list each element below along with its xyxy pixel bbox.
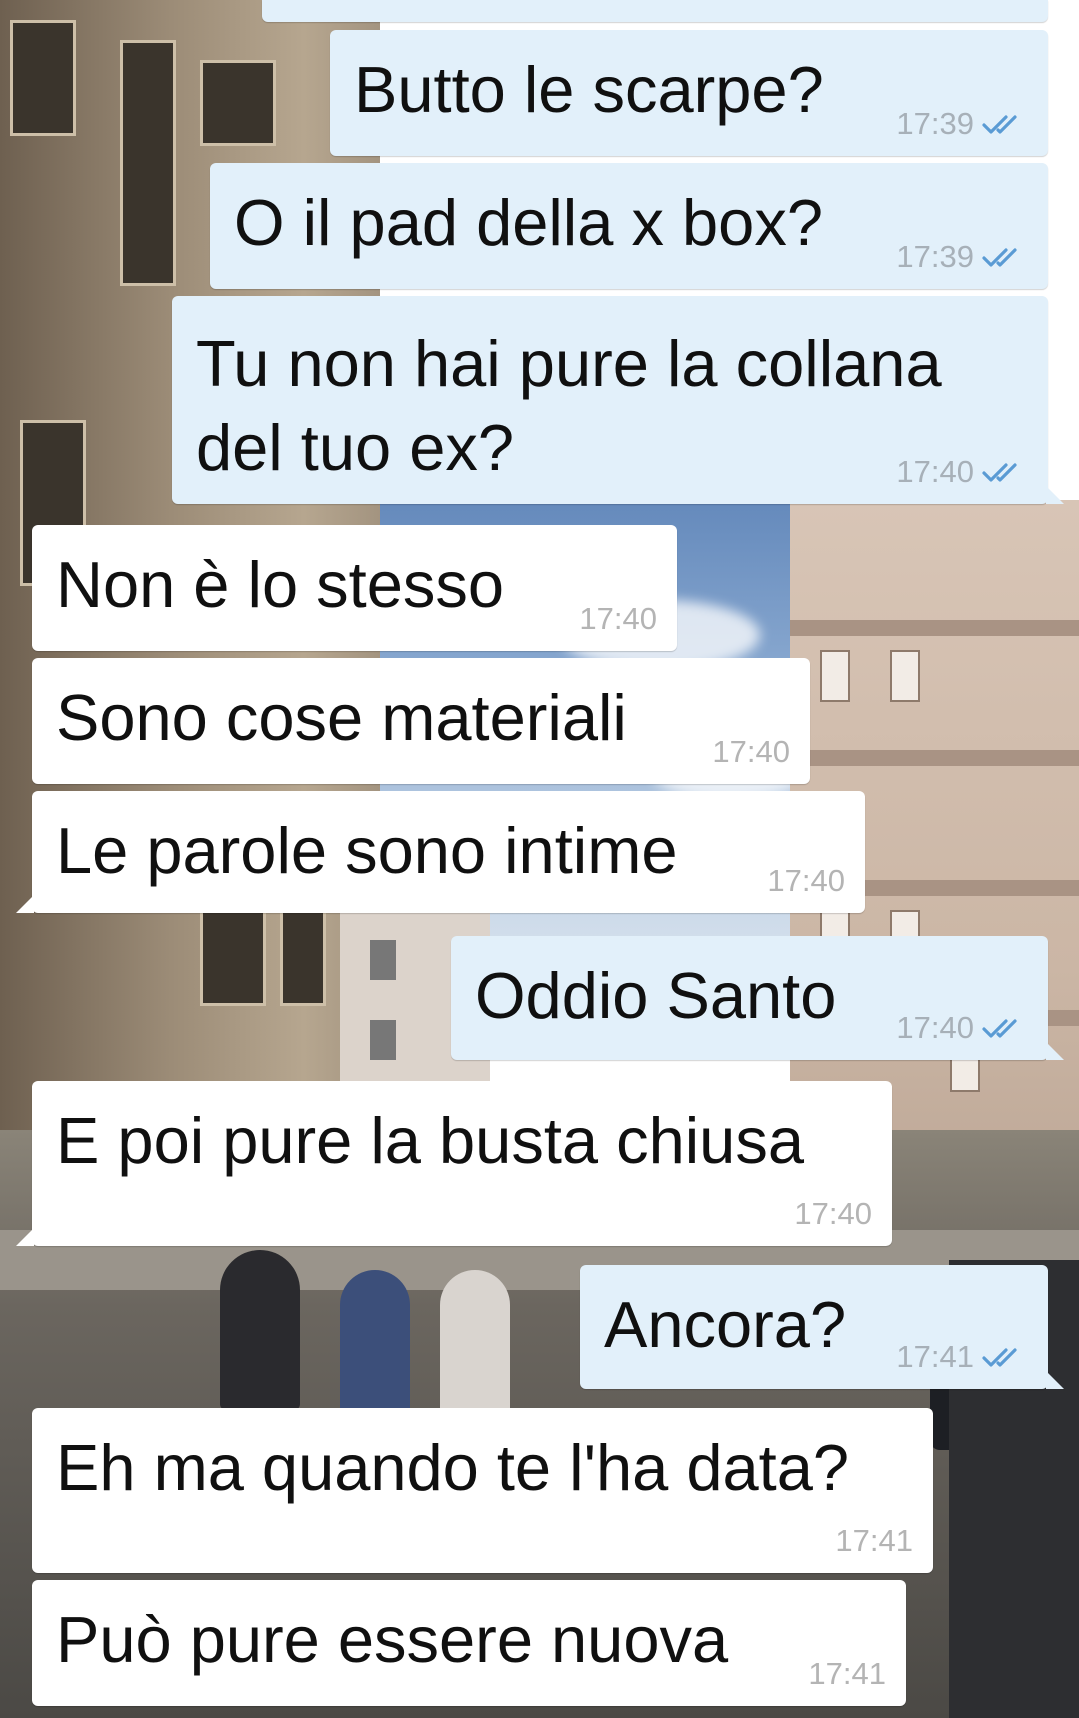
- message-time: 17:39: [896, 239, 974, 274]
- double-check-icon: [982, 248, 1017, 267]
- message-meta: 17:41: [896, 1339, 1028, 1375]
- message-time: 17:41: [808, 1656, 886, 1691]
- message-bubble-outgoing[interactable]: Tu non hai pure la collana del tuo ex? 1…: [172, 296, 1064, 504]
- message-text: E poi pure la busta chiusa: [56, 1104, 804, 1177]
- double-check-icon: [982, 463, 1017, 482]
- message-bubble-outgoing[interactable]: Butto le scarpe? 17:39: [330, 30, 1048, 156]
- double-check-icon: [982, 1019, 1017, 1038]
- message-meta: 17:40: [579, 601, 657, 637]
- message-time: 17:40: [896, 454, 974, 489]
- chat-message-list[interactable]: Butto le scarpe? 17:39 O il pad della x …: [0, 0, 1079, 1718]
- message-meta: 17:40: [712, 734, 790, 770]
- double-check-icon: [982, 115, 1017, 134]
- message-text: Può pure essere nuova: [56, 1603, 729, 1676]
- message-bubble-incoming[interactable]: Sono cose materiali 17:40: [32, 658, 810, 784]
- message-bubble-outgoing[interactable]: O il pad della x box? 17:39: [210, 163, 1048, 289]
- message-time: 17:41: [896, 1339, 974, 1374]
- message-text: Butto le scarpe?: [354, 53, 824, 126]
- message-text: Le parole sono intime: [56, 814, 678, 887]
- message-text: Tu non hai pure la collana del tuo ex?: [196, 327, 942, 484]
- message-text: Ancora?: [604, 1288, 847, 1361]
- double-check-icon: [982, 1348, 1017, 1367]
- message-time: 17:40: [767, 863, 845, 898]
- message-bubble-incoming[interactable]: Le parole sono intime 17:40: [16, 791, 865, 913]
- message-meta: 17:39: [896, 106, 1028, 142]
- message-bubble-incoming[interactable]: Può pure essere nuova 17:41: [32, 1580, 906, 1706]
- message-meta: 17:40: [767, 863, 845, 899]
- message-bubble-outgoing[interactable]: Oddio Santo 17:40: [451, 936, 1064, 1060]
- message-meta: 17:39: [896, 239, 1028, 275]
- message-text: O il pad della x box?: [234, 186, 823, 259]
- message-time: 17:41: [835, 1523, 913, 1558]
- message-meta: 17:41: [808, 1656, 886, 1692]
- bubble-tail: [16, 1228, 34, 1246]
- message-text: Eh ma quando te l'ha data?: [56, 1431, 850, 1504]
- bubble-tail: [16, 895, 34, 913]
- message-bubble-incoming[interactable]: E poi pure la busta chiusa 17:40: [16, 1081, 892, 1246]
- message-text: Sono cose materiali: [56, 681, 627, 754]
- bubble-tail: [1046, 1371, 1064, 1389]
- message-bubble-outgoing[interactable]: Ancora? 17:41: [580, 1265, 1064, 1389]
- bubble-tail: [1046, 1042, 1064, 1060]
- message-text: Non è lo stesso: [56, 548, 505, 621]
- message-time: 17:39: [896, 106, 974, 141]
- message-bubble-incoming[interactable]: Non è lo stesso 17:40: [32, 525, 677, 651]
- message-meta: 17:40: [896, 1010, 1028, 1046]
- message-bubble-incoming[interactable]: Eh ma quando te l'ha data? 17:41: [32, 1408, 933, 1573]
- bubble-tail: [1046, 486, 1064, 504]
- message-time: 17:40: [579, 601, 657, 636]
- message-time: 17:40: [712, 734, 790, 769]
- message-time: 17:40: [794, 1196, 872, 1231]
- message-meta: 17:40: [794, 1196, 872, 1232]
- message-meta: 17:40: [896, 454, 1028, 490]
- message-text: Oddio Santo: [475, 959, 837, 1032]
- message-meta: 17:41: [835, 1523, 913, 1559]
- partial-message-bubble[interactable]: [262, 0, 1048, 22]
- message-time: 17:40: [896, 1010, 974, 1045]
